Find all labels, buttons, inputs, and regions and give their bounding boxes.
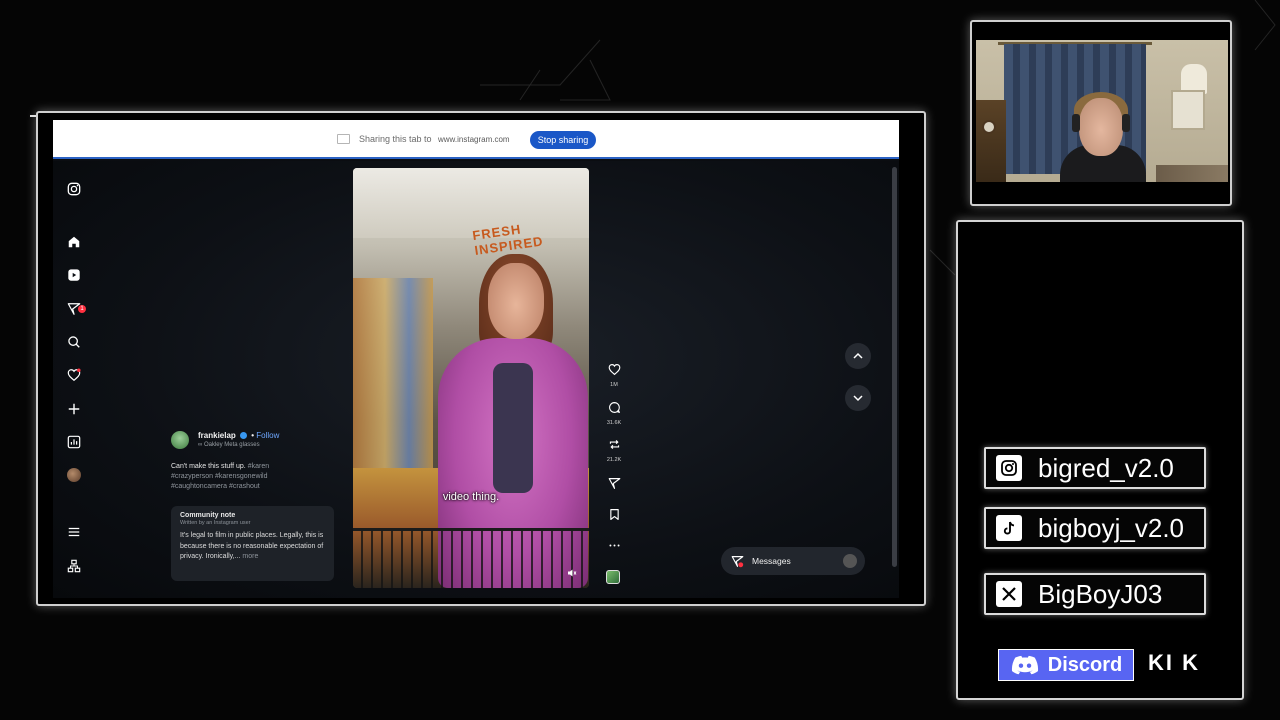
discord-logo-icon <box>1011 655 1038 675</box>
dashboard-icon[interactable] <box>66 434 82 450</box>
instagram-icon <box>996 455 1022 481</box>
couch <box>1156 165 1228 182</box>
shelf <box>976 100 1006 182</box>
x-logo-icon <box>996 581 1022 607</box>
community-note-more-link[interactable]: more <box>242 553 258 560</box>
verified-badge-icon <box>240 432 248 440</box>
post-caption: Can't make this stuff up. #karen #crazyp… <box>171 462 296 492</box>
repost-count: 21.2K <box>606 457 622 463</box>
messages-button[interactable]: Messages <box>721 547 865 575</box>
audio-thumbnail[interactable] <box>606 570 622 584</box>
author-avatar[interactable] <box>171 431 189 449</box>
instagram-username: bigred_v2.0 <box>1038 452 1174 483</box>
person-shirt <box>493 363 533 493</box>
community-note-title: Community note <box>180 512 236 519</box>
comment-action[interactable]: 31.6K <box>606 401 622 426</box>
person-face <box>488 263 544 339</box>
instagram-reels-page: 1 frankielap • Follow ∞ Oakley Meta glas… <box>53 161 899 598</box>
author-subtitle: ∞ Oakley Meta glasses <box>198 442 260 448</box>
sharing-message: Sharing this tab to <box>359 134 432 144</box>
tab-sharing-bar: Sharing this tab to www.instagram.com St… <box>53 120 899 159</box>
messages-badge: 1 <box>78 305 86 313</box>
streamer-face <box>1079 98 1123 156</box>
x-username: BigBoyJ03 <box>1038 578 1163 609</box>
more-options-action[interactable] <box>606 539 622 557</box>
messages-send-icon <box>731 555 744 567</box>
repost-action[interactable]: 21.2K <box>606 438 622 463</box>
more-dots-icon[interactable] <box>608 539 621 552</box>
chevron-up-icon <box>853 352 863 359</box>
tiktok-username: bigboyj_v2.0 <box>1038 512 1184 543</box>
messages-icon[interactable]: 1 <box>66 301 86 317</box>
tiktok-icon <box>996 515 1022 541</box>
profile-avatar[interactable] <box>66 467 82 483</box>
author-name-row: frankielap • Follow <box>198 431 280 440</box>
discord-badge: Discord <box>998 649 1134 681</box>
wall-clock <box>982 120 996 134</box>
share-send-icon[interactable] <box>608 477 621 490</box>
sharing-url: www.instagram.com <box>438 135 510 144</box>
webcam-feed <box>976 40 1228 182</box>
notifications-heart-icon[interactable] <box>66 367 82 383</box>
stop-sharing-button[interactable]: Stop sharing <box>530 131 596 149</box>
browser-window: Sharing this tab to www.instagram.com St… <box>53 120 899 598</box>
repost-icon[interactable] <box>608 438 621 451</box>
author-username[interactable]: frankielap <box>198 431 236 440</box>
follow-button[interactable]: Follow <box>256 431 279 440</box>
reels-icon[interactable] <box>66 267 82 283</box>
community-note-author: Written by an Instagram user <box>180 520 251 526</box>
headset-right <box>1122 114 1130 132</box>
share-action[interactable] <box>606 477 622 495</box>
messages-label: Messages <box>752 556 791 566</box>
like-count: 1M <box>610 382 618 388</box>
tiktok-handle: bigboyj_v2.0 <box>984 507 1206 549</box>
shopping-cart <box>353 528 589 588</box>
headset-left <box>1072 114 1080 132</box>
discord-label: Discord <box>1047 653 1123 676</box>
messages-avatar <box>843 554 857 568</box>
previous-reel-button[interactable] <box>845 343 871 369</box>
instagram-handle: bigred_v2.0 <box>984 447 1206 489</box>
chevron-down-icon <box>853 395 863 402</box>
like-heart-icon[interactable] <box>608 363 621 376</box>
like-action[interactable]: 1M <box>606 363 622 388</box>
kick-logo: KI K <box>1148 650 1200 675</box>
wall-plaque <box>1171 90 1205 130</box>
bookmark-icon[interactable] <box>608 508 621 521</box>
reel-video[interactable]: FRESH INSPIRED video thing. <box>353 168 589 588</box>
tab-icon <box>337 134 350 144</box>
community-note-body: It's legal to film in public places. Leg… <box>180 532 324 560</box>
mute-icon[interactable] <box>567 568 577 578</box>
threads-icon[interactable] <box>66 558 82 574</box>
instagram-logo-icon[interactable] <box>66 181 82 197</box>
create-plus-icon[interactable] <box>66 401 82 417</box>
save-action[interactable] <box>606 508 622 526</box>
store-shelf <box>353 278 433 478</box>
comment-count: 31.6K <box>606 420 622 426</box>
caption-text: Can't make this stuff up. <box>171 463 246 470</box>
home-icon[interactable] <box>66 234 82 250</box>
next-reel-button[interactable] <box>845 385 871 411</box>
comment-icon[interactable] <box>608 401 621 414</box>
community-note: Community note Written by an Instagram u… <box>171 506 334 581</box>
menu-icon[interactable] <box>66 524 82 540</box>
search-icon[interactable] <box>66 334 82 350</box>
page-scrollbar[interactable] <box>892 167 897 567</box>
video-subtitle: video thing. <box>442 491 500 503</box>
x-handle: BigBoyJ03 <box>984 573 1206 615</box>
